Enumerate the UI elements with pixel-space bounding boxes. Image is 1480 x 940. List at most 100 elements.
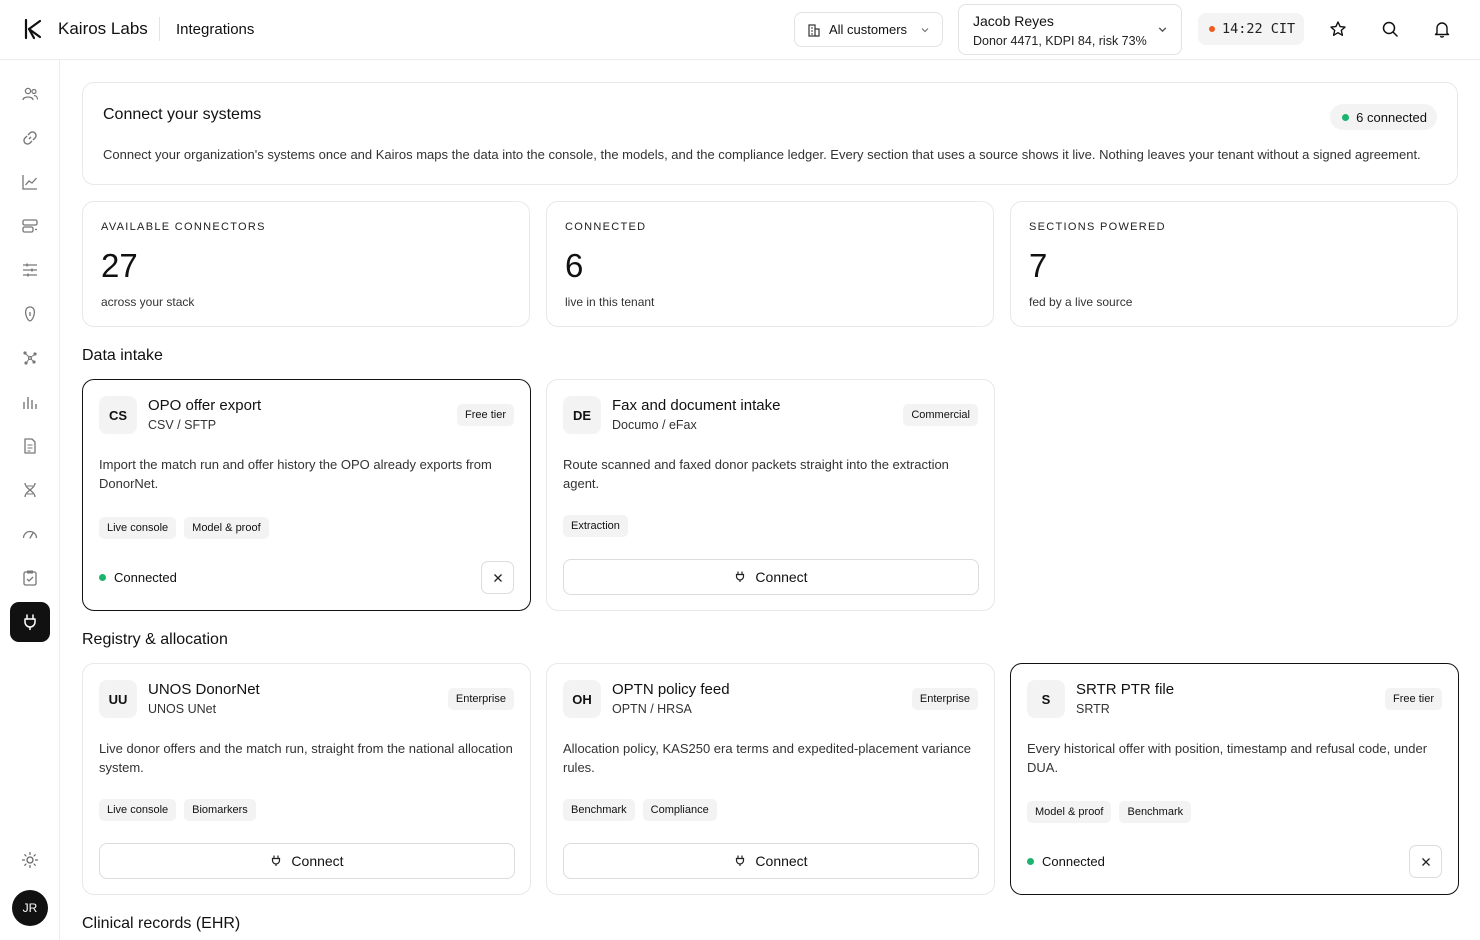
tier-badge: Free tier [457,404,514,426]
star-icon[interactable] [1329,20,1347,38]
connect-button[interactable]: Connect [563,559,979,595]
connector-title: Fax and document intake [612,397,781,414]
stat-value: 7 [1029,247,1048,284]
sliders-icon [23,263,37,277]
nav-users[interactable] [10,74,50,114]
donor-select[interactable]: Jacob Reyes Donor 4471, KDPI 84, risk 73… [958,4,1182,55]
connector-card-optn-policy-feed[interactable]: OH OPTN policy feed OPTN / HRSA Enterpri… [546,663,995,895]
connector-logo: UU [99,680,137,718]
close-icon [1421,857,1430,866]
customer-select[interactable]: All customers [794,12,943,47]
nav-organs[interactable] [10,294,50,334]
tag-list: Benchmark Compliance [563,799,717,821]
nav-reports[interactable] [10,382,50,422]
main-content: Connect your systems Connect your organi… [60,60,1480,940]
connector-title: SRTR PTR file [1076,681,1175,698]
nav-compliance[interactable] [10,558,50,598]
nav-analytics[interactable] [10,162,50,202]
tier-badge: Free tier [1385,688,1442,710]
connect-button[interactable]: Connect [99,843,515,879]
status-dot [1027,858,1034,865]
clock-badge: 14:22 CIT [1198,13,1304,45]
avatar[interactable]: JR [12,890,48,926]
disconnect-button[interactable] [1409,845,1442,878]
gauge-icon [22,530,38,539]
connector-card-srtr-ptr-file[interactable]: S SRTR PTR file SRTR Free tier Every his… [1010,663,1459,895]
intro-description: Connect your organization's systems once… [103,147,1421,162]
section-title-data-intake: Data intake [82,347,163,364]
sun-icon [21,851,39,869]
bar-chart-icon [23,397,37,409]
tag: Benchmark [1119,801,1192,823]
stat-subtext: across your stack [101,295,195,309]
chevron-down-icon [921,28,929,33]
connector-description: Import the match run and offer history t… [99,457,492,491]
top-bar: Kairos Labs Integrations All customers J… [0,0,1480,60]
stat-label: CONNECTED [565,221,647,233]
plug-icon [24,614,36,630]
connected-count-label: 6 connected [1356,109,1427,125]
stat-sections-powered: SECTIONS POWERED 7 fed by a live source [1010,201,1458,327]
page-title: Integrations [176,21,255,38]
connector-description: Route scanned and faxed donor packets st… [563,457,949,491]
status-label: Connected [114,570,177,585]
nav-links[interactable] [10,118,50,158]
disconnect-button[interactable] [481,561,514,594]
connector-vendor: CSV / SFTP [148,418,217,432]
brand-name[interactable]: Kairos Labs [58,19,148,39]
connector-description: Allocation policy, KAS250 era terms and … [563,741,972,775]
plug-icon [736,855,745,866]
network-icon [23,351,37,365]
tag-list: Live console Biomarkers [99,799,256,821]
tag: Biomarkers [184,799,256,821]
plug-icon [272,855,281,866]
intro-panel: Connect your systems Connect your organi… [82,82,1458,185]
connector-card-opo-offer-export[interactable]: CS OPO offer export CSV / SFTP Free tier… [82,379,531,611]
theme-toggle[interactable] [10,840,50,880]
connector-card-unos-donornet[interactable]: UU UNOS DonorNet UNOS UNet Enterprise Li… [82,663,531,895]
search-icon[interactable] [1381,20,1399,38]
connector-vendor: Documo / eFax [612,418,697,432]
kairos-logo-icon[interactable] [22,18,44,40]
checklist-icon [23,570,37,586]
nav-performance[interactable] [10,514,50,554]
status-dot [1342,113,1350,121]
building-icon [808,23,820,37]
connect-button[interactable]: Connect [563,843,979,879]
tier-badge: Enterprise [447,688,514,710]
stat-available-connectors: AVAILABLE CONNECTORS 27 across your stac… [82,201,530,327]
intro-title: Connect your systems [103,106,262,123]
nav-network[interactable] [10,338,50,378]
stat-value: 6 [565,247,584,284]
donor-meta: Donor 4471, KDPI 84, risk 73% [973,34,1147,48]
kidney-icon [24,306,36,322]
connect-label: Connect [755,569,808,585]
nav-integrations[interactable] [10,602,50,642]
nav-filters[interactable] [10,250,50,290]
tag-list: Model & proof Benchmark [1027,801,1192,823]
connector-title: UNOS DonorNet [148,681,260,698]
nav-documents[interactable] [10,426,50,466]
connector-description: Live donor offers and the match run, str… [99,741,513,775]
status-label: Connected [1042,854,1105,869]
tag: Compliance [642,799,717,821]
nav-servers[interactable] [10,206,50,246]
nav-genomics[interactable] [10,470,50,510]
stat-subtext: live in this tenant [565,295,655,309]
connection-status: Connected [99,570,177,585]
section-title-clinical-records: Clinical records (EHR) [82,915,241,932]
status-dot [1209,26,1215,32]
tag: Live console [99,517,177,539]
stat-value: 27 [101,247,138,284]
close-icon [493,573,502,582]
connector-logo: CS [99,396,137,434]
tag: Model & proof [184,517,269,539]
link-icon [23,131,37,145]
bell-icon[interactable] [1433,20,1451,38]
chevron-down-icon [1158,27,1167,33]
connector-vendor: OPTN / HRSA [612,702,692,716]
connector-card-fax-document-intake[interactable]: DE Fax and document intake Documo / eFax… [546,379,995,611]
connector-description: Every historical offer with position, ti… [1027,741,1428,775]
connector-vendor: SRTR [1076,702,1110,716]
tag: Extraction [563,515,628,537]
